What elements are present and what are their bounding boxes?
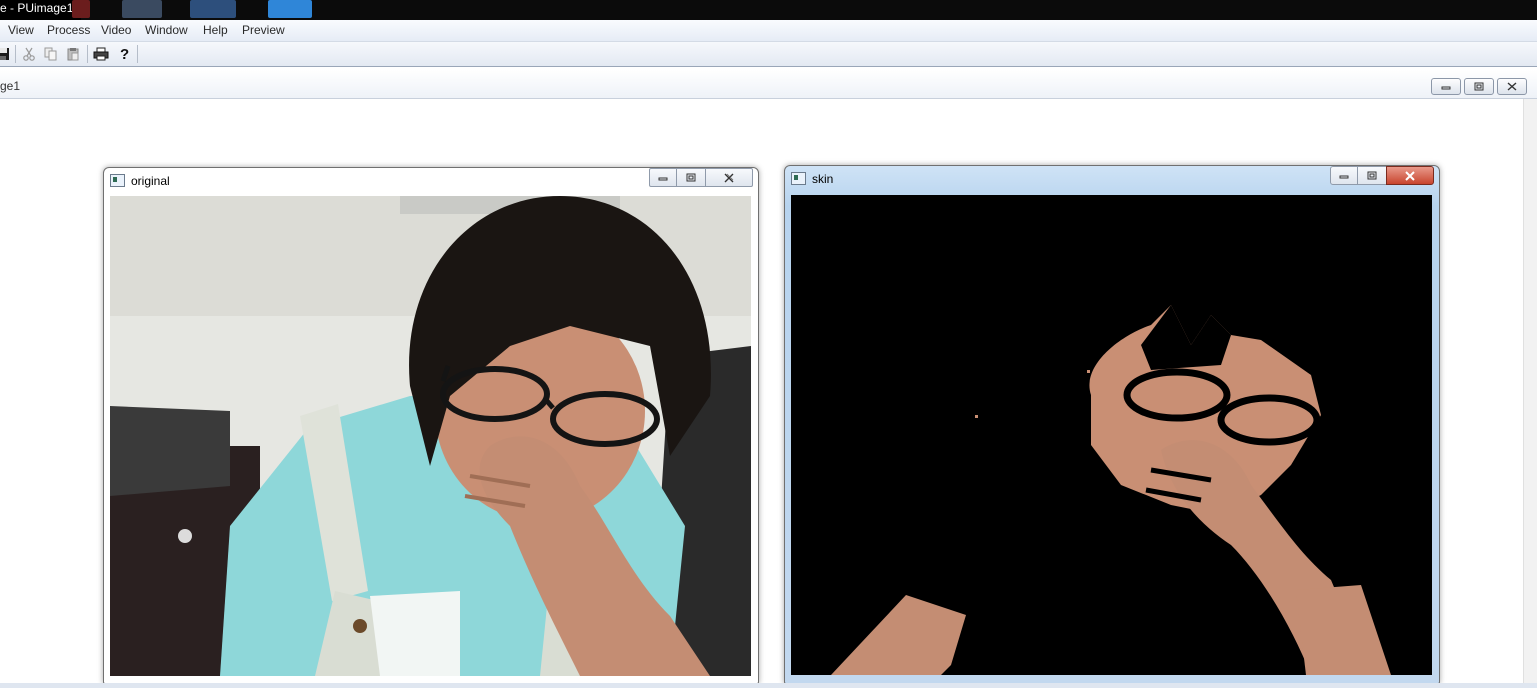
app-title-bar: e - PUimage1	[0, 0, 1537, 20]
toolbar-separator	[15, 45, 16, 63]
mdi-child-caption: ge1	[0, 70, 1537, 99]
menu-view[interactable]: View	[8, 23, 34, 37]
restore-icon	[1474, 82, 1484, 91]
window-icon	[110, 174, 125, 187]
mdi-child-title: ge1	[0, 79, 21, 93]
skin-close-button[interactable]	[1386, 166, 1434, 185]
taskbar-thumbnail[interactable]	[190, 0, 236, 18]
vertical-scrollbar[interactable]	[1523, 99, 1537, 688]
original-maximize-button[interactable]	[676, 168, 706, 187]
save-icon[interactable]	[0, 45, 12, 63]
original-window-title: original	[131, 174, 170, 188]
taskbar-thumbnail[interactable]	[268, 0, 312, 18]
close-icon	[1405, 170, 1415, 181]
skin-window-title: skin	[812, 172, 834, 186]
menu-video[interactable]: Video	[101, 23, 131, 37]
paste-icon[interactable]	[64, 45, 82, 63]
toolbar-separator	[137, 45, 138, 63]
window-icon	[791, 172, 806, 185]
svg-text:?: ?	[120, 46, 129, 62]
taskbar-thumbnail[interactable]	[122, 0, 162, 18]
help-icon[interactable]: ?	[116, 45, 134, 63]
toolbar: ?	[0, 42, 1537, 67]
toolbar-separator	[87, 45, 88, 63]
menu-help[interactable]: Help	[203, 23, 228, 37]
original-minimize-button[interactable]	[649, 168, 677, 187]
original-photo-illustration	[110, 196, 751, 676]
restore-button[interactable]	[1464, 78, 1494, 95]
skin-maximize-button[interactable]	[1357, 166, 1387, 185]
original-camera-image	[110, 196, 751, 676]
close-icon	[724, 173, 734, 182]
close-button[interactable]	[1497, 78, 1527, 95]
skin-mask-illustration	[791, 195, 1432, 675]
taskbar-thumbnail[interactable]	[72, 0, 90, 18]
copy-icon[interactable]	[42, 45, 60, 63]
menu-preview[interactable]: Preview	[242, 23, 285, 37]
original-close-button[interactable]	[705, 168, 753, 187]
print-icon[interactable]	[92, 45, 110, 63]
minimize-icon	[658, 177, 668, 180]
cut-icon[interactable]	[20, 45, 38, 63]
maximize-icon	[1367, 171, 1377, 179]
skin-detection-mask	[791, 195, 1432, 675]
menu-bar: View Process Video Window Help Preview	[0, 20, 1537, 42]
status-strip	[0, 683, 1537, 688]
close-icon	[1507, 82, 1517, 91]
menu-window[interactable]: Window	[145, 23, 188, 37]
minimize-icon	[1339, 175, 1349, 178]
app-title: e - PUimage1	[0, 0, 82, 20]
menu-process[interactable]: Process	[47, 23, 90, 37]
minimize-icon	[1441, 86, 1451, 89]
skin-minimize-button[interactable]	[1330, 166, 1358, 185]
minimize-button[interactable]	[1431, 78, 1461, 95]
maximize-icon	[686, 173, 696, 181]
